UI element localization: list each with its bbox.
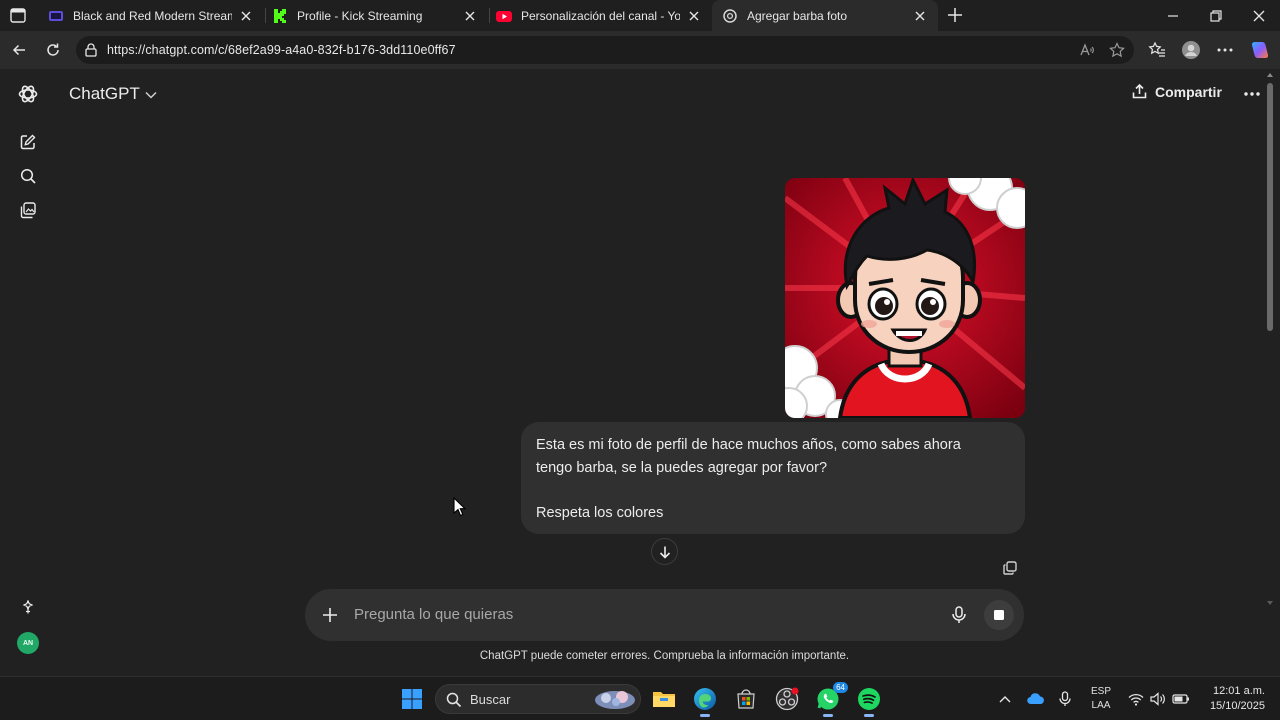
add-attachment-icon[interactable] — [320, 605, 340, 625]
new-tab-icon[interactable] — [945, 5, 965, 25]
prompt-composer — [305, 589, 1024, 641]
notification-badge: 64 — [833, 682, 848, 693]
running-indicator — [823, 714, 833, 717]
spotify-icon[interactable] — [855, 685, 883, 717]
clock-date: 15/10/2025 — [1209, 700, 1265, 712]
windows-taskbar: Buscar 64 ESP LAA 12:01 a.m. 15/10/2025 — [0, 676, 1280, 720]
clock-time: 12:01 a.m. — [1213, 685, 1265, 697]
volume-icon[interactable] — [1148, 689, 1168, 709]
reload-icon[interactable] — [43, 40, 63, 60]
tab-title: Agregar barba foto — [747, 8, 848, 23]
message-line: tengo barba, se la puedes agregar por fa… — [536, 459, 828, 476]
read-aloud-icon[interactable] — [1078, 41, 1096, 59]
minimize-icon[interactable] — [1163, 6, 1183, 26]
microphone-tray-icon[interactable] — [1055, 689, 1075, 709]
user-message-bubble: Esta es mi foto de perfil de hace muchos… — [521, 422, 1025, 534]
whatsapp-icon[interactable]: 64 — [814, 682, 848, 717]
file-explorer-icon[interactable] — [650, 685, 678, 713]
wifi-icon[interactable] — [1126, 689, 1146, 709]
more-options-icon[interactable] — [1242, 84, 1262, 104]
chevron-down-icon — [145, 91, 157, 99]
scroll-up-arrow-icon[interactable] — [1266, 71, 1274, 79]
favorite-star-icon[interactable] — [1108, 41, 1126, 59]
site-info-icon[interactable] — [83, 42, 99, 58]
back-icon[interactable] — [9, 40, 29, 60]
kick-icon — [272, 8, 288, 24]
tab-youtube[interactable]: Personalización del canal - YouTu — [486, 0, 712, 31]
tab-actions-icon[interactable] — [10, 8, 26, 23]
openai-logo-icon[interactable] — [17, 83, 39, 105]
favorites-icon[interactable] — [1147, 40, 1167, 60]
prompt-input[interactable] — [354, 606, 914, 623]
canva-icon — [48, 8, 64, 24]
tab-title: Personalización del canal - YouTu — [521, 8, 680, 23]
address-bar[interactable]: https://chatgpt.com/c/68ef2a99-a4a0-832f… — [76, 36, 1134, 64]
close-tab-icon[interactable] — [462, 8, 478, 24]
show-hidden-icons-icon[interactable] — [995, 689, 1015, 709]
tab-title: Profile - Kick Streaming — [297, 8, 423, 23]
keyboard-language-indicator[interactable]: ESP LAA — [1089, 685, 1113, 713]
tab-kick[interactable]: Profile - Kick Streaming — [262, 0, 488, 31]
brand-title: ChatGPT — [69, 84, 140, 103]
browser-toolbar: https://chatgpt.com/c/68ef2a99-a4a0-832f… — [0, 31, 1280, 69]
battery-icon[interactable] — [1171, 689, 1191, 709]
share-icon — [1132, 83, 1147, 99]
scrollbar-thumb[interactable] — [1267, 83, 1273, 331]
mouse-cursor-icon — [453, 497, 466, 517]
taskbar-search[interactable]: Buscar — [435, 684, 641, 714]
close-window-icon[interactable] — [1249, 6, 1269, 26]
running-indicator — [700, 714, 710, 717]
onedrive-icon[interactable] — [1026, 689, 1046, 709]
layout-code: LAA — [1091, 700, 1111, 711]
lang-code: ESP — [1090, 686, 1111, 697]
edge-browser-icon[interactable] — [691, 685, 719, 717]
scroll-to-bottom-button[interactable] — [651, 538, 678, 565]
search-icon — [446, 692, 462, 708]
message-line: Esta es mi foto de perfil de hace muchos… — [536, 437, 961, 453]
search-highlight-illustration-icon — [595, 691, 635, 709]
youtube-icon — [496, 8, 512, 24]
library-icon[interactable] — [17, 199, 39, 221]
scroll-down-arrow-icon[interactable] — [1266, 599, 1274, 607]
running-indicator — [864, 714, 874, 717]
browser-tab-strip: Black and Red Modern Stream Tw Profile -… — [0, 0, 1280, 31]
copy-message-button[interactable] — [1000, 558, 1020, 578]
profile-icon[interactable] — [1181, 40, 1201, 60]
tab-canva[interactable]: Black and Red Modern Stream Tw — [38, 0, 264, 31]
share-button[interactable]: Compartir — [1131, 83, 1222, 100]
new-chat-icon[interactable] — [17, 131, 39, 153]
tab-title: Black and Red Modern Stream Tw — [73, 8, 232, 23]
uploaded-profile-image[interactable] — [785, 178, 1025, 418]
model-selector[interactable]: ChatGPT — [69, 84, 157, 104]
stop-icon — [994, 610, 1004, 620]
close-tab-icon[interactable] — [238, 8, 254, 24]
share-label: Compartir — [1155, 83, 1222, 100]
microsoft-store-icon[interactable] — [732, 685, 760, 713]
close-tab-icon[interactable] — [912, 8, 928, 24]
search-chats-icon[interactable] — [17, 165, 39, 187]
copy-icon — [1003, 561, 1017, 575]
stop-generating-button[interactable] — [984, 600, 1014, 630]
windows-start-icon[interactable] — [398, 685, 426, 713]
sparkle-icon[interactable] — [17, 596, 39, 618]
url-text[interactable]: https://chatgpt.com/c/68ef2a99-a4a0-832f… — [107, 43, 456, 57]
copilot-icon[interactable] — [1250, 40, 1270, 60]
chatgpt-app: AN ChatGPT Compartir Esta es mi foto de … — [0, 69, 1280, 676]
close-tab-icon[interactable] — [686, 8, 702, 24]
system-clock[interactable]: 12:01 a.m. 15/10/2025 — [1195, 684, 1265, 714]
chatgpt-icon — [722, 8, 738, 24]
tab-chatgpt[interactable]: Agregar barba foto — [712, 0, 938, 31]
more-options-icon[interactable] — [1215, 40, 1235, 60]
obs-studio-icon[interactable] — [773, 685, 801, 713]
microphone-icon[interactable] — [949, 605, 969, 625]
message-line: Respeta los colores — [536, 504, 664, 521]
search-label: Buscar — [470, 692, 511, 707]
arrow-down-icon — [659, 546, 670, 559]
restore-icon[interactable] — [1206, 6, 1226, 26]
disclaimer-text: ChatGPT puede cometer errores. Comprueba… — [479, 650, 850, 662]
